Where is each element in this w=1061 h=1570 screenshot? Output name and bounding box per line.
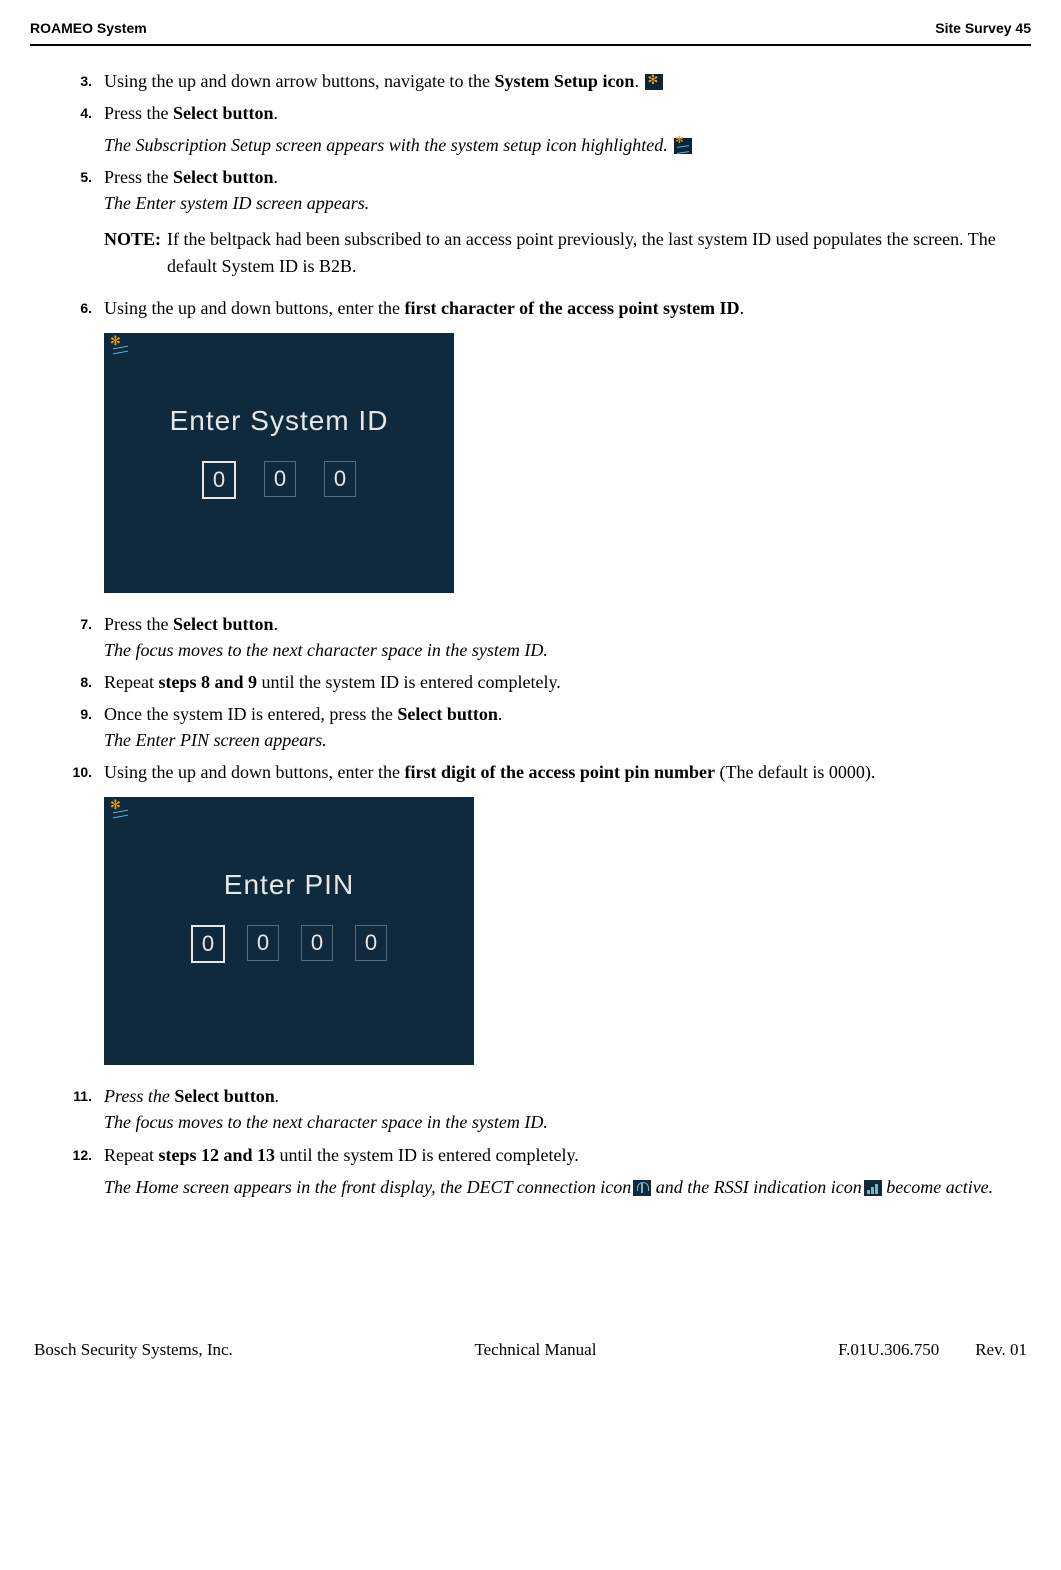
step-subtext-b: and the RSSI indication icon: [651, 1177, 861, 1197]
screen-title: Enter PIN: [104, 869, 474, 901]
step-11: 11. Press the Select button. The focus m…: [58, 1083, 1031, 1135]
step-subtext-a: The Home screen appears in the front dis…: [104, 1177, 631, 1197]
enter-pin-screen: Enter PIN 0 0 0 0: [104, 797, 474, 1065]
system-setup-icon: [645, 74, 663, 90]
digit-box: 0: [355, 925, 387, 961]
header-right: Site Survey 45: [935, 20, 1031, 36]
step-text-bold: Select button: [173, 167, 274, 187]
pulse-icon: [110, 337, 128, 355]
step-text-bold: first digit of the access point pin numb…: [404, 762, 715, 782]
step-text-tail: .: [634, 71, 639, 91]
step-text: Repeat: [104, 1145, 158, 1165]
footer-rev: Rev. 01: [975, 1340, 1027, 1360]
step-text-bold: Select button: [173, 614, 274, 634]
step-3: 3. Using the up and down arrow buttons, …: [58, 68, 1031, 94]
step-text-bold: steps 8 and 9: [158, 672, 257, 692]
screen-topbar: [104, 797, 474, 829]
step-text-tail: .: [274, 103, 279, 123]
digit-row: 0 0 0 0: [104, 925, 474, 1053]
step-subtext: The Subscription Setup screen appears wi…: [104, 135, 668, 155]
note-label: NOTE:: [104, 226, 167, 278]
step-subtext-c: become active.: [882, 1177, 993, 1197]
step-text: Press the: [104, 1086, 174, 1106]
page-footer: Bosch Security Systems, Inc. Technical M…: [30, 1340, 1031, 1360]
digit-row: 0 0 0: [104, 461, 454, 589]
step-text-tail: .: [274, 167, 279, 187]
step-text-tail: until the system ID is entered completel…: [275, 1145, 579, 1165]
step-text-tail: .: [274, 614, 279, 634]
pulse-icon: [674, 138, 692, 154]
step-6: 6. Using the up and down buttons, enter …: [58, 295, 1031, 321]
step-text-tail: until the system ID is entered completel…: [257, 672, 561, 692]
step-subtext: The focus moves to the next character sp…: [104, 1112, 548, 1132]
step-text-tail: .: [275, 1086, 280, 1106]
step-text-bold: Select button: [397, 704, 498, 724]
header-left: ROAMEO System: [30, 20, 147, 36]
step-text-bold: System Setup icon: [494, 71, 634, 91]
step-7: 7. Press the Select button. The focus mo…: [58, 611, 1031, 663]
step-text: Press the: [104, 103, 173, 123]
step-text-bold: first character of the access point syst…: [404, 298, 739, 318]
step-text: Press the: [104, 167, 173, 187]
step-8: 8. Repeat steps 8 and 9 until the system…: [58, 669, 1031, 695]
step-number: 12.: [58, 1142, 104, 1200]
note-text: If the beltpack had been subscribed to a…: [167, 226, 1031, 278]
dect-connection-icon: [633, 1180, 651, 1196]
step-number: 8.: [58, 669, 104, 695]
step-5: 5. Press the Select button. The Enter sy…: [58, 164, 1031, 288]
step-number: 10.: [58, 759, 104, 785]
step-number: 3.: [58, 68, 104, 94]
screen-topbar: [104, 333, 454, 365]
step-10: 10. Using the up and down buttons, enter…: [58, 759, 1031, 785]
footer-center: Technical Manual: [474, 1340, 596, 1360]
step-text: Using the up and down arrow buttons, nav…: [104, 71, 494, 91]
digit-box: 0: [247, 925, 279, 961]
step-number: 4.: [58, 100, 104, 158]
step-subtext: The Enter PIN screen appears.: [104, 730, 327, 750]
rssi-indication-icon: [864, 1180, 882, 1196]
digit-box: 0: [324, 461, 356, 497]
step-text-bold: Select button: [173, 103, 274, 123]
step-text-tail: (The default is 0000).: [715, 762, 875, 782]
step-number: 11.: [58, 1083, 104, 1135]
footer-left: Bosch Security Systems, Inc.: [34, 1340, 233, 1360]
step-text: Press the: [104, 614, 173, 634]
pulse-icon: [110, 801, 128, 819]
content: 3. Using the up and down arrow buttons, …: [30, 68, 1031, 1200]
step-text: Repeat: [104, 672, 158, 692]
enter-system-id-screen: Enter System ID 0 0 0: [104, 333, 454, 593]
step-text: Using the up and down buttons, enter the: [104, 762, 404, 782]
digit-box: 0: [202, 461, 236, 499]
digit-box: 0: [264, 461, 296, 497]
step-number: 9.: [58, 701, 104, 753]
step-subtext: The Enter system ID screen appears.: [104, 193, 369, 213]
step-4: 4. Press the Select button. The Subscrip…: [58, 100, 1031, 158]
step-number: 6.: [58, 295, 104, 321]
step-12: 12. Repeat steps 12 and 13 until the sys…: [58, 1142, 1031, 1200]
step-subtext: The focus moves to the next character sp…: [104, 640, 548, 660]
step-text: Using the up and down buttons, enter the: [104, 298, 404, 318]
note: NOTE: If the beltpack had been subscribe…: [104, 226, 1031, 278]
page-header: ROAMEO System Site Survey 45: [30, 20, 1031, 46]
step-text-tail: .: [740, 298, 745, 318]
digit-box: 0: [191, 925, 225, 963]
step-9: 9. Once the system ID is entered, press …: [58, 701, 1031, 753]
step-text: Once the system ID is entered, press the: [104, 704, 397, 724]
digit-box: 0: [301, 925, 333, 961]
step-text-bold: steps 12 and 13: [158, 1145, 275, 1165]
step-text-bold: Select button: [174, 1086, 275, 1106]
footer-doc: F.01U.306.750: [838, 1340, 939, 1360]
step-text-tail: .: [498, 704, 503, 724]
screen-title: Enter System ID: [104, 405, 454, 437]
step-number: 5.: [58, 164, 104, 288]
step-number: 7.: [58, 611, 104, 663]
